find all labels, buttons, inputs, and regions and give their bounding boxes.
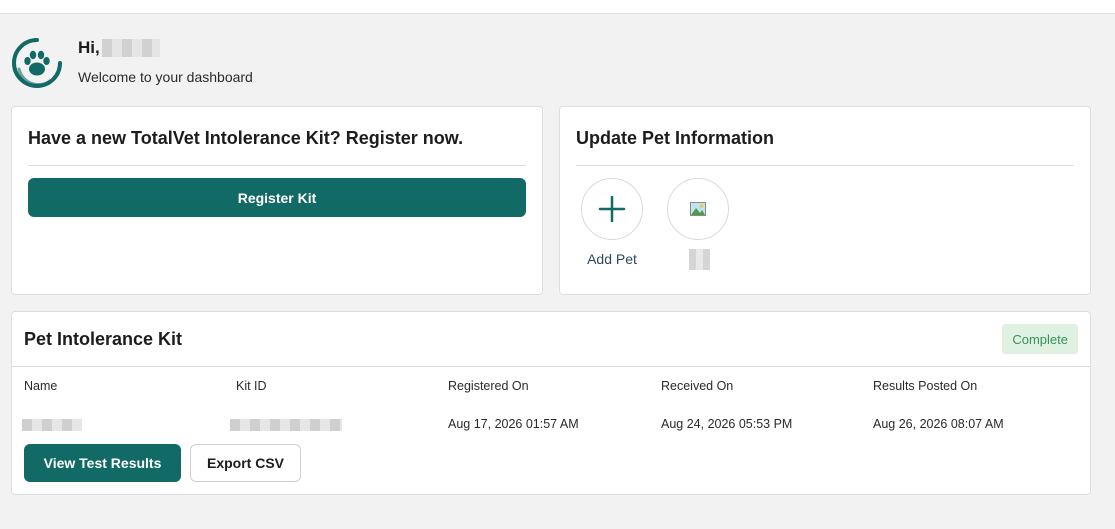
update-pet-card: Update Pet Information Add Pet <box>559 106 1091 295</box>
greeting: Hi, Welcome to your dashboard <box>10 36 253 90</box>
plus-icon <box>598 195 626 223</box>
divider <box>28 165 526 166</box>
top-bar <box>0 0 1115 14</box>
register-kit-button[interactable]: Register Kit <box>28 178 526 217</box>
pet-avatar-button[interactable] <box>667 178 729 240</box>
column-header-received-on: Received On <box>661 379 734 393</box>
column-header-name: Name <box>24 379 58 393</box>
redacted-user-name <box>101 39 160 57</box>
export-csv-button[interactable]: Export CSV <box>190 444 301 482</box>
redacted-pet-name-cell <box>22 419 82 431</box>
pet-intolerance-kit-card: Pet Intolerance Kit Complete Name Kit ID… <box>11 311 1091 495</box>
redacted-pet-name <box>689 249 710 270</box>
column-header-registered-on: Registered On <box>448 379 529 393</box>
register-kit-card: Have a new TotalVet Intolerance Kit? Reg… <box>11 106 543 295</box>
redacted-kit-id-cell <box>230 419 342 431</box>
received-on-cell: Aug 24, 2026 05:53 PM <box>661 417 793 431</box>
divider <box>576 165 1074 166</box>
add-pet-label[interactable]: Add Pet <box>574 251 650 267</box>
image-icon <box>690 202 706 216</box>
greeting-hi: Hi, <box>78 38 100 57</box>
greeting-subtitle: Welcome to your dashboard <box>78 69 253 85</box>
update-pet-title: Update Pet Information <box>576 128 775 148</box>
results-posted-on-cell: Aug 26, 2026 08:07 AM <box>873 417 1004 431</box>
paw-icon <box>10 36 64 90</box>
status-badge: Complete <box>1002 324 1078 354</box>
register-kit-title: Have a new TotalVet Intolerance Kit? Reg… <box>28 128 464 148</box>
column-header-kit-id: Kit ID <box>236 379 267 393</box>
view-test-results-button[interactable]: View Test Results <box>24 444 181 482</box>
registered-on-cell: Aug 17, 2026 01:57 AM <box>448 417 579 431</box>
column-header-results-posted-on: Results Posted On <box>873 379 978 393</box>
kit-table-title: Pet Intolerance Kit <box>24 329 183 349</box>
divider <box>12 366 1090 367</box>
add-pet-button[interactable] <box>581 178 643 240</box>
